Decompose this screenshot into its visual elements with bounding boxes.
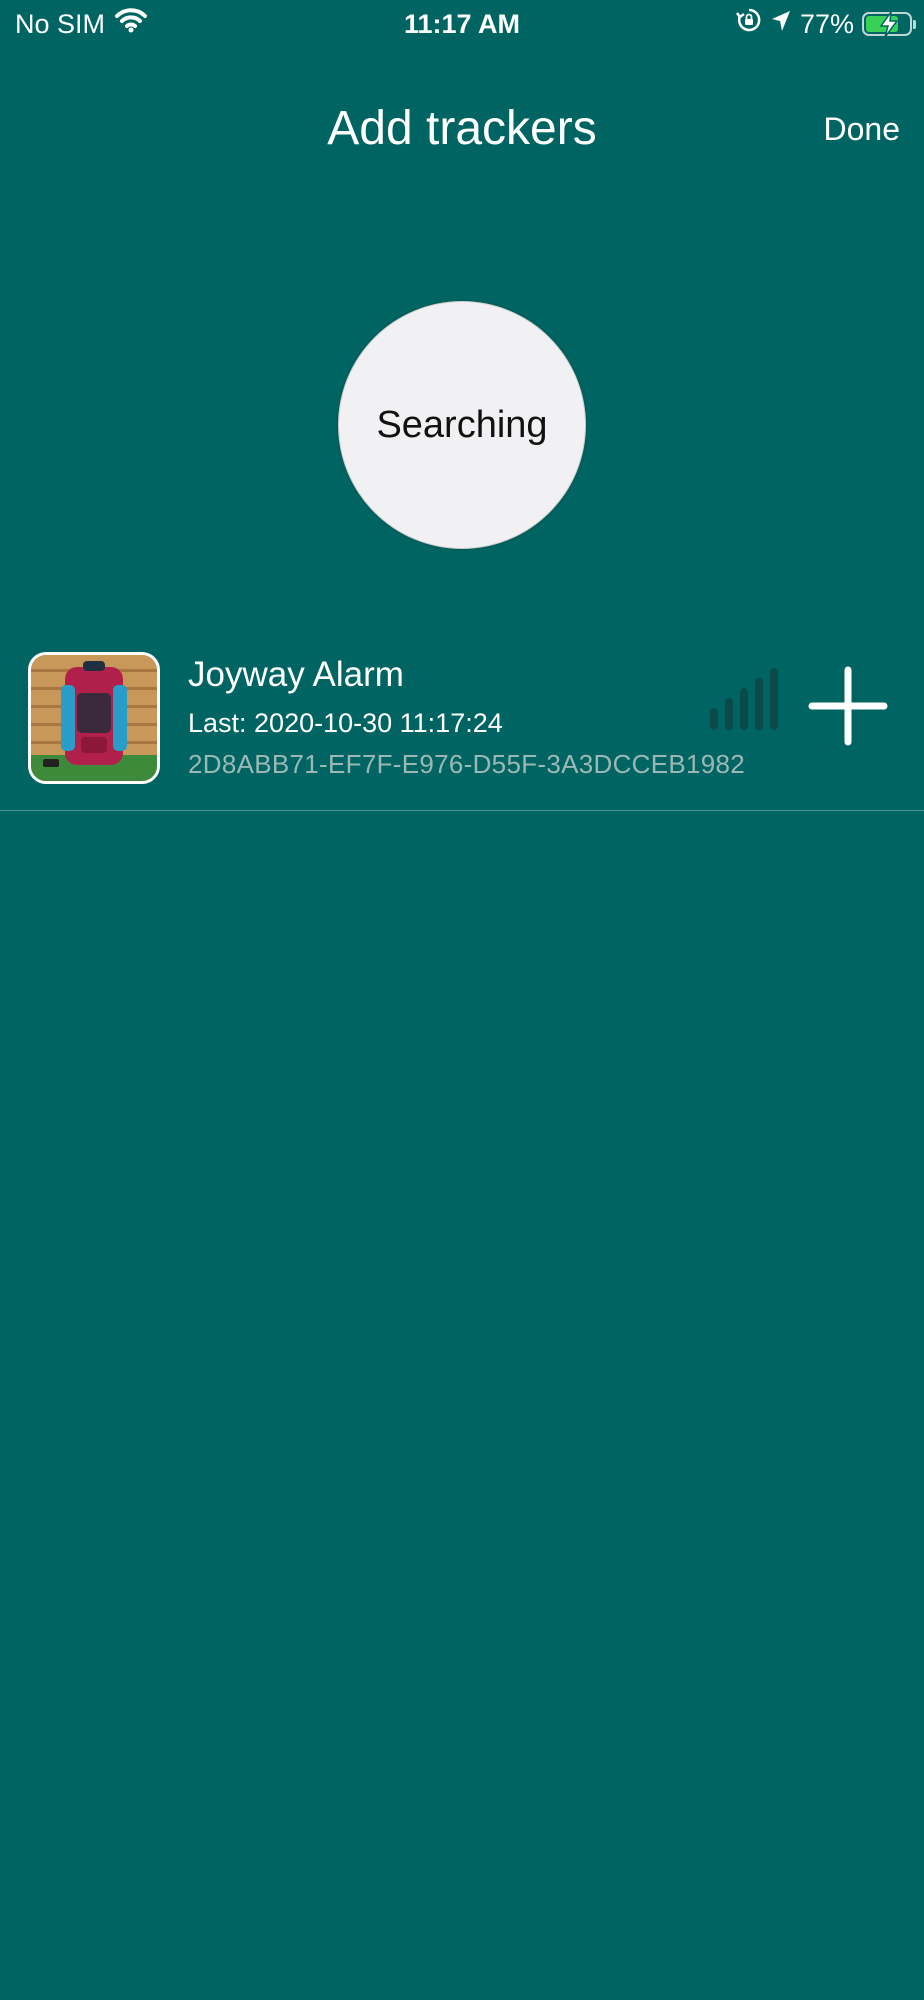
signal-bar: [755, 678, 763, 730]
tracker-name: Joyway Alarm: [188, 655, 404, 694]
battery-charging-icon: [862, 10, 916, 38]
searching-label: Searching: [376, 403, 548, 446]
battery-percent: 77%: [799, 9, 854, 39]
tracker-uuid: 2D8ABB71-EF7F-E976-D55F-3A3DCCEB1982: [188, 749, 746, 779]
plus-icon: [808, 666, 888, 746]
signal-bar: [725, 698, 733, 730]
done-button[interactable]: Done: [824, 108, 901, 150]
signal-bar: [770, 668, 778, 730]
status-bar: No SIM 11:17 AM 77%: [0, 0, 924, 48]
tracker-last-seen: Last: 2020-10-30 11:17:24: [188, 708, 503, 738]
status-bar-right: 77%: [735, 6, 916, 42]
searching-indicator[interactable]: Searching: [338, 301, 586, 549]
signal-bar: [710, 708, 718, 730]
signal-bar: [740, 688, 748, 730]
location-arrow-icon: [770, 6, 792, 42]
orientation-lock-icon: [735, 6, 762, 42]
signal-strength-icon: [710, 668, 782, 730]
tracker-thumbnail: [28, 652, 160, 784]
tracker-row[interactable]: Joyway Alarm Last: 2020-10-30 11:17:24 2…: [0, 640, 924, 811]
page-title: Add trackers: [327, 102, 597, 155]
add-tracker-button[interactable]: [806, 664, 890, 748]
